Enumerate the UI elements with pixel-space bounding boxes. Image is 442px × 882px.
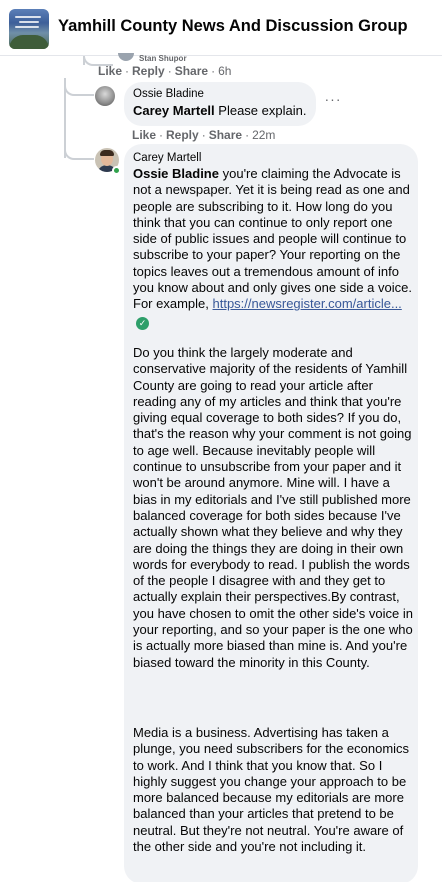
mention-link[interactable]: Ossie Bladine [133,166,219,181]
share-button[interactable]: Share [209,128,242,142]
previous-comment-author[interactable]: Stan Shupor [139,54,187,63]
avatar-ossie-bladine[interactable] [95,86,115,106]
comment-author[interactable]: Ossie Bladine [133,88,204,100]
comment-timestamp[interactable]: 22m [252,128,275,142]
mention-link[interactable]: Carey Martell [133,103,215,118]
share-button[interactable]: Share [175,64,208,78]
online-status-indicator [112,166,121,175]
comment-timestamp[interactable]: 6h [218,64,231,78]
comment-actions: Like · Reply · Share · 22m [132,128,276,142]
check-circle-icon: ✓ [136,316,149,330]
comment-paragraph: Do you think the largely moderate and co… [133,345,413,670]
group-title[interactable]: Yamhill County News And Discussion Group [58,17,408,36]
article-link[interactable]: https://newsregister.com/article... [213,296,402,311]
like-button[interactable]: Like [132,128,156,142]
comment-paragraph: Ossie Bladine you're claiming the Advoca… [133,166,417,330]
comment-paragraph: Media is a business. Advertising has tak… [133,725,410,855]
avatar[interactable] [118,53,134,61]
more-horizontal-icon[interactable]: ··· [324,92,342,110]
thread-connector-carey [64,140,94,160]
thread-connector-ossie [64,78,94,96]
comment-bubble: Carey Martell Ossie Bladine you're claim… [124,144,418,882]
reply-button[interactable]: Reply [132,64,165,78]
comment-bubble: Ossie Bladine Carey Martell Please expla… [124,82,316,126]
comment-body: Please explain. [218,103,307,118]
like-button[interactable]: Like [98,64,122,78]
reply-button[interactable]: Reply [166,128,199,142]
comment-text: Carey Martell Please explain. [133,103,306,118]
comment-body: you're claiming the Advocate is not a ne… [133,166,412,312]
previous-comment-actions: Like · Reply · Share · 6h [98,64,232,78]
comment-author[interactable]: Carey Martell [133,152,201,164]
group-header: Yamhill County News And Discussion Group [0,0,442,56]
group-cover-thumbnail[interactable] [9,9,49,49]
